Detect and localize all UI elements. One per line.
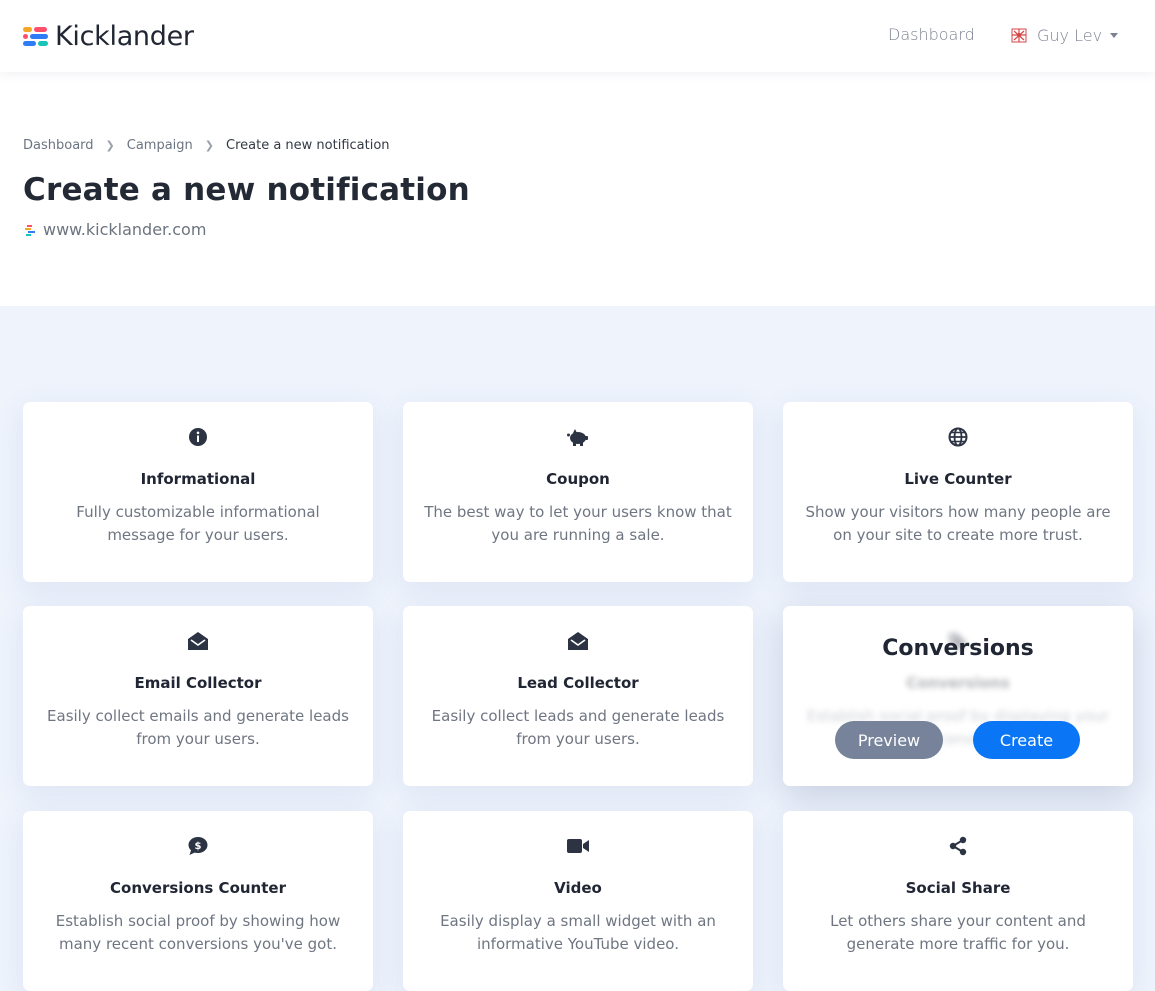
svg-text:$: $: [195, 841, 202, 852]
kicklander-logo-icon: [23, 25, 49, 47]
video-icon: [403, 835, 753, 857]
card-description: Let others share your content and genera…: [830, 912, 1086, 953]
site-url-text: www.kicklander.com: [43, 220, 207, 239]
card-title: Coupon: [546, 470, 610, 488]
card-description: Show your visitors how many people are o…: [805, 503, 1111, 544]
page-header: Dashboard ❯ Campaign ❯ Create a new noti…: [0, 72, 1155, 306]
user-name: Guy Lev: [1037, 25, 1103, 45]
page-title: Create a new notification: [23, 172, 470, 208]
user-avatar-icon: [1009, 25, 1029, 45]
envelope-open-icon: [403, 630, 753, 652]
chevron-right-icon: ❯: [105, 139, 115, 152]
card-title: Lead Collector: [517, 674, 639, 692]
card-title: Social Share: [905, 879, 1011, 897]
breadcrumb-campaign[interactable]: Campaign: [127, 138, 193, 153]
card-conversions[interactable]: Conversions Establish social proof by di…: [783, 606, 1133, 786]
card-description: Easily collect leads and generate leads …: [431, 707, 725, 748]
preview-button[interactable]: Preview: [835, 721, 943, 759]
card-social-share[interactable]: Social Share Let others share your conte…: [783, 811, 1133, 991]
top-navbar: Kicklander Dashboard Guy Lev: [0, 0, 1155, 72]
card-description: The best way to let your users know that…: [424, 503, 732, 544]
breadcrumb: Dashboard ❯ Campaign ❯ Create a new noti…: [23, 138, 390, 153]
site-url: www.kicklander.com: [23, 220, 206, 239]
comment-dollar-icon: $: [23, 835, 373, 857]
card-informational[interactable]: Informational Fully customizable informa…: [23, 402, 373, 582]
breadcrumb-dashboard[interactable]: Dashboard: [23, 138, 94, 153]
site-favicon-icon: [23, 223, 37, 237]
brand-name: Kicklander: [55, 20, 194, 52]
card-description: Establish social proof by showing how ma…: [55, 912, 341, 953]
chevron-down-icon: [1110, 32, 1119, 38]
card-description: Easily display a small widget with an in…: [440, 912, 716, 953]
card-email-collector[interactable]: Email Collector Easily collect emails an…: [23, 606, 373, 786]
hover-card-title: Conversions: [882, 636, 1034, 661]
card-description: Fully customizable informational message…: [76, 503, 320, 544]
envelope-open-icon: [23, 630, 373, 652]
card-title: Live Counter: [904, 470, 1012, 488]
user-menu-dropdown[interactable]: Guy Lev: [1009, 25, 1119, 45]
card-video[interactable]: Video Easily display a small widget with…: [403, 811, 753, 991]
card-live-counter[interactable]: Live Counter Show your visitors how many…: [783, 402, 1133, 582]
card-coupon[interactable]: Coupon The best way to let your users kn…: [403, 402, 753, 582]
card-title: Informational: [140, 470, 256, 488]
card-lead-collector[interactable]: Lead Collector Easily collect leads and …: [403, 606, 753, 786]
piggy-bank-icon: [403, 426, 753, 448]
breadcrumb-current: Create a new notification: [226, 138, 390, 153]
chevron-right-icon: ❯: [204, 139, 214, 152]
create-button[interactable]: Create: [973, 721, 1080, 759]
nav-dashboard-link[interactable]: Dashboard: [888, 25, 975, 44]
card-conversions-counter[interactable]: $ Conversions Counter Establish social p…: [23, 811, 373, 991]
globe-icon: [783, 426, 1133, 448]
card-title: Conversions Counter: [110, 879, 286, 897]
card-title: Video: [554, 879, 602, 897]
share-icon: [783, 835, 1133, 857]
card-description: Easily collect emails and generate leads…: [47, 707, 349, 748]
brand-logo[interactable]: Kicklander: [23, 20, 194, 52]
info-circle-icon: [23, 426, 373, 448]
card-title: Email Collector: [134, 674, 262, 692]
card-title: Conversions: [906, 674, 1010, 692]
